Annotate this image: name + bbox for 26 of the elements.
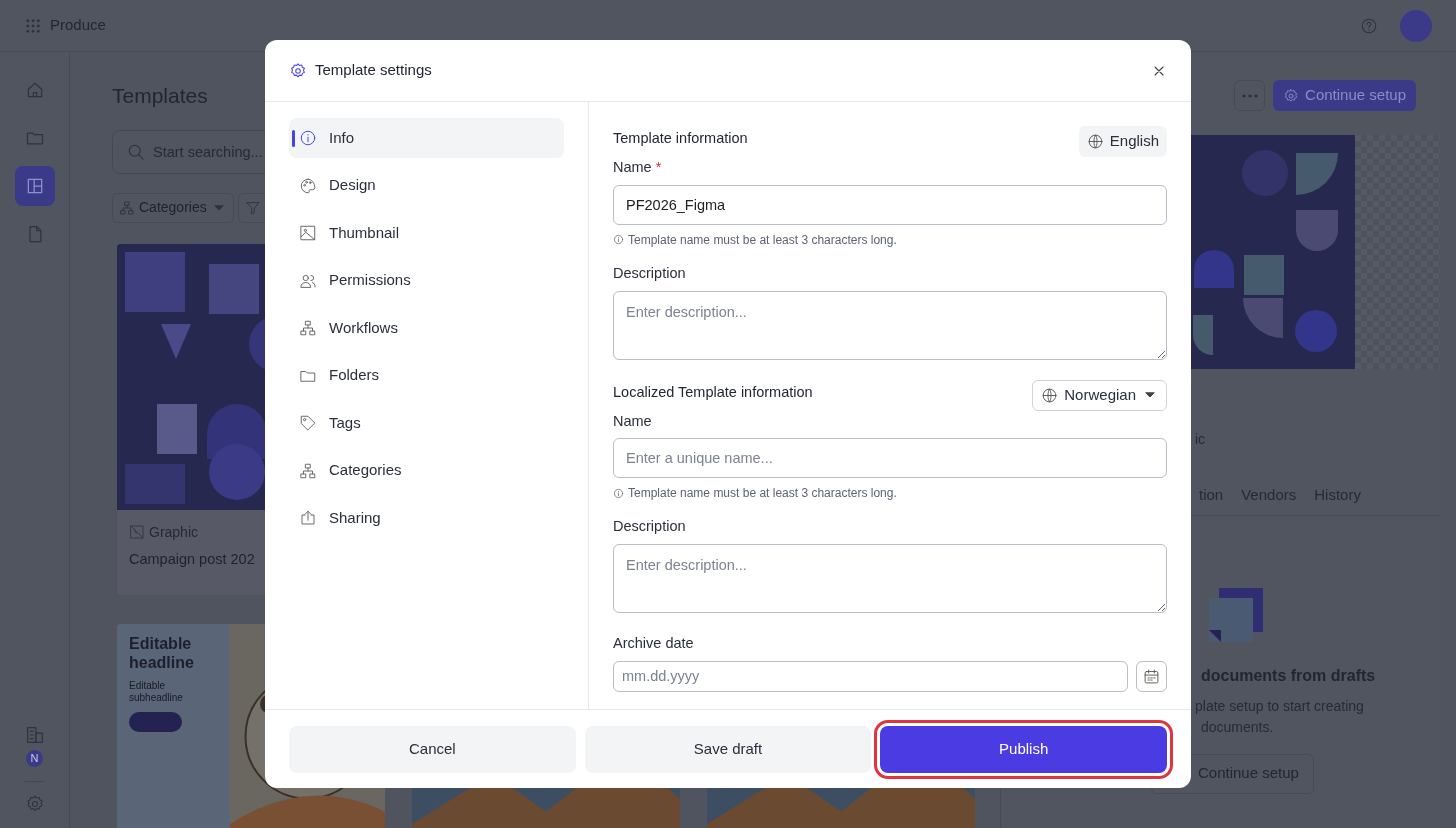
- dialog-button[interactable]: Cancel: [289, 725, 576, 773]
- section-title: Localized Template information: [613, 382, 813, 402]
- language-selector[interactable]: Norwegian: [1032, 379, 1167, 411]
- dialog-button[interactable]: Save draft: [584, 725, 872, 773]
- field-label: Name: [613, 411, 653, 431]
- field-label: Archive date: [613, 634, 695, 653]
- menu-item[interactable]: Design: [289, 165, 564, 206]
- user-badge[interactable]: N: [26, 750, 43, 767]
- required-mark: *: [655, 158, 662, 177]
- field-label: Description: [613, 517, 687, 537]
- card-title: Campaign post 202: [129, 549, 256, 569]
- hint-text: Template name must be at least 3 characters long.: [628, 231, 897, 249]
- section-title: Template information: [613, 129, 748, 148]
- field-label: Description: [613, 263, 687, 283]
- date-field[interactable]: mm.dd.yyyy: [613, 660, 1128, 692]
- subheadline: Editable subheadline: [129, 679, 184, 704]
- language-selector[interactable]: English: [1078, 126, 1167, 157]
- text-field[interactable]: PF2026_Figma: [613, 184, 1167, 225]
- dialog-title: Template settings: [315, 60, 432, 81]
- field-label: Name: [613, 158, 652, 177]
- headline: Editable headline: [129, 633, 195, 672]
- menu-item[interactable]: Info: [289, 118, 564, 158]
- text-field[interactable]: Enter a unique name...: [613, 438, 1167, 479]
- hint-text: Template name must be at least 3 characters long.: [628, 485, 897, 503]
- description-field[interactable]: Enter description...: [613, 290, 1167, 360]
- description-field[interactable]: Enter description...: [613, 544, 1167, 613]
